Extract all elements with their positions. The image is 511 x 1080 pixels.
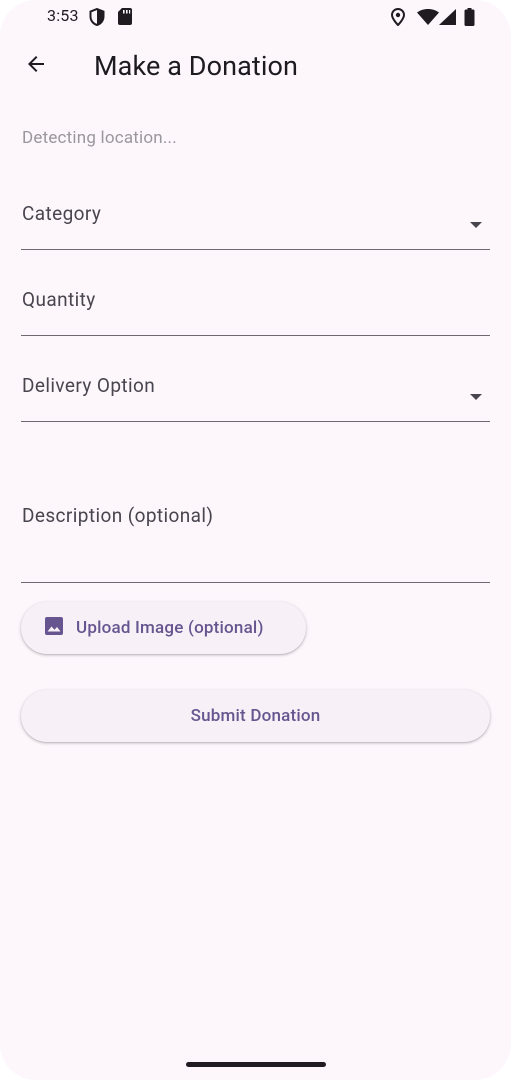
submit-donation-button[interactable]: Submit Donation [21, 690, 490, 742]
arrow-back-icon [24, 52, 48, 80]
image-icon [44, 616, 64, 641]
sd-card-icon [118, 8, 132, 29]
wifi-icon [417, 9, 439, 29]
signal-icon [439, 9, 456, 29]
home-indicator[interactable] [186, 1062, 326, 1067]
location-status: Detecting location... [22, 128, 177, 148]
screen: 3:53 Make a Donation Detecting location.… [0, 0, 511, 1080]
quantity-field[interactable]: Quantity [21, 276, 490, 336]
category-label: Category [22, 202, 102, 225]
quantity-label: Quantity [22, 288, 96, 311]
location-pin-icon [390, 7, 406, 30]
dropdown-arrow-icon [470, 222, 482, 228]
back-button[interactable] [14, 44, 58, 88]
delivery-option-label: Delivery Option [22, 374, 156, 397]
status-bar: 3:53 [0, 0, 511, 34]
dropdown-arrow-icon [470, 394, 482, 400]
upload-image-button[interactable]: Upload Image (optional) [21, 602, 306, 654]
page-title: Make a Donation [94, 50, 298, 82]
submit-donation-label: Submit Donation [190, 706, 321, 726]
shield-icon [89, 7, 105, 30]
delivery-option-dropdown[interactable]: Delivery Option [21, 362, 490, 422]
category-dropdown[interactable]: Category [21, 190, 490, 250]
description-field[interactable]: Description (optional) [21, 448, 490, 583]
app-bar: Make a Donation [0, 34, 511, 100]
upload-image-label: Upload Image (optional) [76, 618, 264, 638]
battery-icon [464, 8, 475, 30]
status-time: 3:53 [47, 6, 79, 25]
description-label: Description (optional) [22, 504, 214, 527]
